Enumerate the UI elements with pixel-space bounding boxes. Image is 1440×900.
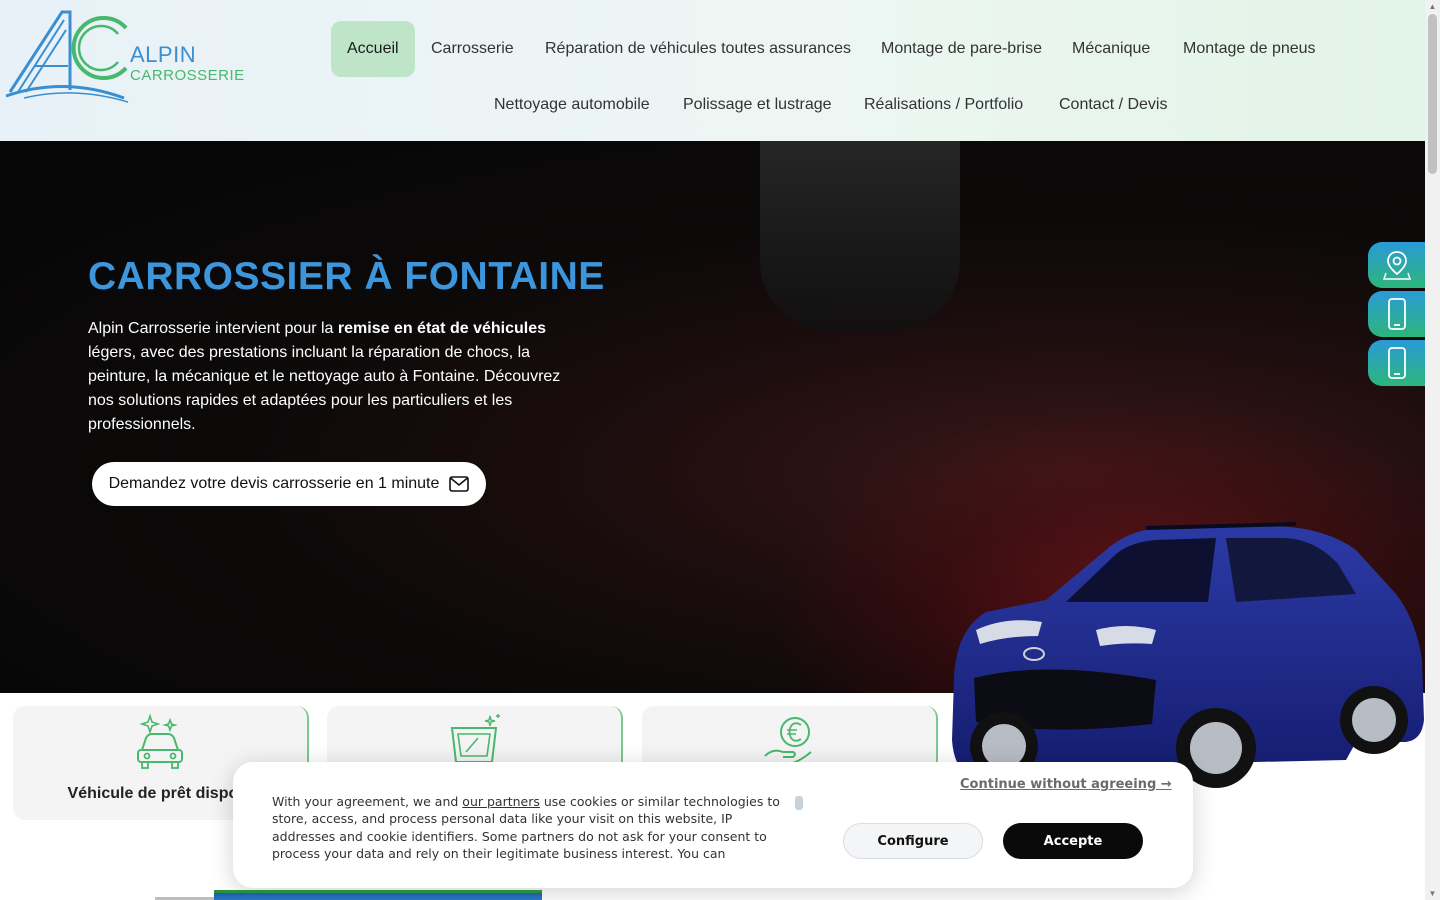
cookie-text-scrollbar[interactable]: [795, 796, 803, 810]
nav-item-accueil[interactable]: Accueil: [331, 21, 415, 77]
nav-item-nettoyage[interactable]: Nettoyage automobile: [494, 77, 650, 133]
side-phone-button-2[interactable]: [1368, 340, 1425, 386]
nav-item-mecanique[interactable]: Mécanique: [1072, 21, 1150, 77]
scroll-up-arrow-icon[interactable]: ▲: [1428, 2, 1437, 11]
logo-mark-icon: [5, 10, 129, 103]
section-image-peek: [214, 890, 542, 900]
scroll-thumb[interactable]: [1428, 14, 1437, 174]
logo-text-alpin: ALPIN: [130, 42, 197, 67]
side-phone-button-1[interactable]: [1368, 291, 1425, 337]
page-scrollbar[interactable]: ▲ ▼: [1425, 0, 1440, 900]
site-header: ALPIN CARROSSERIE Accueil Carrosserie Ré…: [0, 0, 1425, 141]
nav-item-reparation[interactable]: Réparation de véhicules toutes assurance…: [545, 21, 851, 77]
cookie-text-part: With your agreement, we and: [272, 794, 463, 809]
nav-item-pare-brise[interactable]: Montage de pare-brise: [881, 21, 1042, 77]
our-partners-link[interactable]: our partners: [462, 794, 540, 809]
cookie-consent-banner: With your agreement, we and our partners…: [233, 762, 1193, 888]
nav-item-carrosserie[interactable]: Carrosserie: [431, 21, 514, 77]
hero-background-paint-gun: [760, 141, 960, 331]
quote-cta-label: Demandez votre devis carrosserie en 1 mi…: [108, 475, 440, 492]
continue-without-agreeing-link[interactable]: Continue without agreeing →: [960, 777, 1172, 792]
logo-text-carrosserie: CARROSSERIE: [130, 67, 245, 84]
quote-cta-button[interactable]: Demandez votre devis carrosserie en 1 mi…: [92, 462, 486, 506]
smartphone-icon: [1387, 298, 1406, 330]
nav-item-polissage[interactable]: Polissage et lustrage: [683, 77, 832, 133]
hero-title: CARROSSIER À FONTAINE: [88, 255, 605, 298]
hero-text-part: légers, avec des prestations incluant la…: [88, 344, 561, 433]
scroll-down-arrow-icon[interactable]: ▼: [1428, 889, 1437, 898]
side-location-button[interactable]: [1368, 242, 1425, 288]
configure-button[interactable]: Configure: [843, 823, 983, 859]
hero-text-bold: remise en état de véhicules: [337, 320, 546, 337]
site-logo[interactable]: ALPIN CARROSSERIE: [4, 6, 244, 106]
envelope-icon: [449, 476, 470, 492]
hero-car-image: [952, 522, 1424, 788]
nav-item-portfolio[interactable]: Réalisations / Portfolio: [864, 77, 1023, 133]
map-pin-icon: [1382, 251, 1411, 280]
car-sparkle-icon: [137, 713, 183, 769]
cookie-consent-text: With your agreement, we and our partners…: [272, 793, 792, 862]
smartphone-icon: [1387, 347, 1406, 379]
hero-text-part: Alpin Carrosserie intervient pour la: [88, 320, 338, 337]
accept-button[interactable]: Accepte: [1003, 823, 1143, 859]
nav-item-pneus[interactable]: Montage de pneus: [1183, 21, 1316, 77]
hero-description: Alpin Carrosserie intervient pour la rem…: [88, 317, 563, 437]
nav-item-contact[interactable]: Contact / Devis: [1059, 77, 1167, 133]
